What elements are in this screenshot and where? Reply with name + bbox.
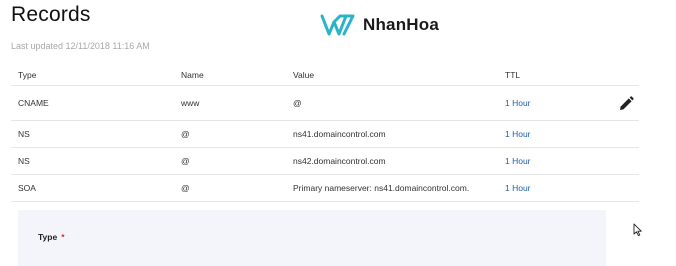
pencil-icon[interactable] <box>617 95 635 113</box>
record-value: Primary nameserver: ns41.domaincontrol.c… <box>293 183 470 193</box>
record-value: @ <box>293 98 302 108</box>
record-name: www <box>181 98 200 108</box>
record-ttl: 1 Hour <box>505 156 531 166</box>
record-value: ns42.domaincontrol.com <box>293 156 386 166</box>
table-header: Type Name Value TTL <box>11 64 639 86</box>
record-type: SOA <box>18 183 36 193</box>
record-name: @ <box>181 183 190 193</box>
record-name: @ <box>181 129 190 139</box>
page-title: Records <box>11 3 91 26</box>
mouse-pointer-icon <box>633 223 643 237</box>
table-row[interactable]: NS @ ns42.domaincontrol.com 1 Hour <box>11 148 639 175</box>
table-row[interactable]: CNAME www @ 1 Hour <box>11 86 639 121</box>
column-header-type: Type <box>18 69 37 80</box>
record-type: NS <box>18 129 30 139</box>
nhanhoa-logo-icon <box>320 12 356 38</box>
records-table: Type Name Value TTL CNAME www @ 1 Hour N… <box>11 64 639 202</box>
column-header-name: Name <box>181 69 204 80</box>
type-label-text: Type <box>38 232 58 242</box>
type-field-label: Type * <box>38 232 65 242</box>
table-row[interactable]: NS @ ns41.domaincontrol.com 1 Hour <box>11 121 639 148</box>
table-row[interactable]: SOA @ Primary nameserver: ns41.domaincon… <box>11 175 639 202</box>
record-type: CNAME <box>18 98 49 108</box>
record-ttl: 1 Hour <box>505 98 531 108</box>
record-value: ns41.domaincontrol.com <box>293 129 386 139</box>
column-header-value: Value <box>293 69 315 80</box>
logo-text: NhanHoa <box>363 15 440 34</box>
record-type: NS <box>18 156 30 166</box>
required-marker: * <box>61 232 65 242</box>
record-ttl: 1 Hour <box>505 129 531 139</box>
brand-logo: NhanHoa <box>320 10 439 40</box>
last-updated-text: Last updated 12/11/2018 11:16 AM <box>11 41 150 51</box>
add-record-form-panel: Type * <box>18 210 606 266</box>
column-header-ttl: TTL <box>505 69 521 80</box>
record-name: @ <box>181 156 190 166</box>
record-ttl: 1 Hour <box>505 183 531 193</box>
